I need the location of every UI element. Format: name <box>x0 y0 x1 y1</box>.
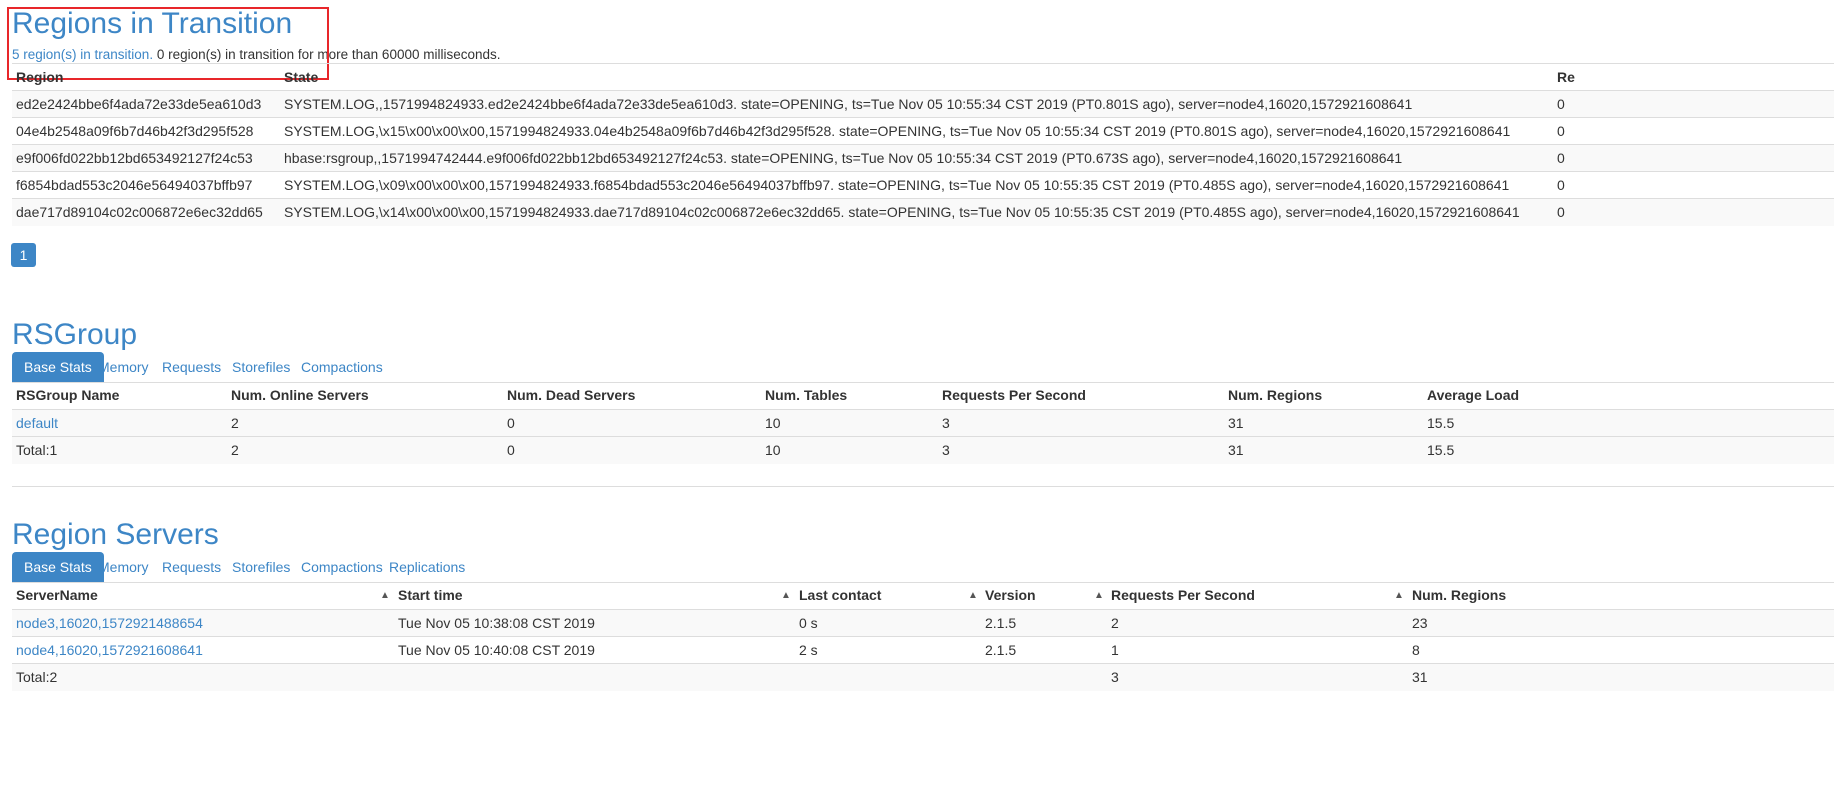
rsgroup-cell: 31 <box>1228 415 1244 431</box>
table-row: default 2 0 10 3 31 15.5 <box>12 409 1834 437</box>
server-link[interactable]: node4,16020,1572921608641 <box>16 637 203 664</box>
server-cell: 2 s <box>799 642 818 658</box>
server-cell: Tue Nov 05 10:38:08 CST 2019 <box>398 615 595 631</box>
sort-icon[interactable]: ▲︎ <box>380 582 390 609</box>
table-row: dae717d89104c02c006872e6ec32dd65 SYSTEM.… <box>12 198 1834 226</box>
rsgroup-cell: 15.5 <box>1427 442 1455 458</box>
tab-memory[interactable]: Memory <box>98 352 149 382</box>
rsgroup-cell: 0 <box>507 442 515 458</box>
servers-header-rps[interactable]: Requests Per Second <box>1111 582 1255 609</box>
servers-header-name[interactable]: ServerName <box>16 582 98 609</box>
rsgroup-cell: 15.5 <box>1427 415 1455 431</box>
rit-state-cell: SYSTEM.LOG,\x09\x00\x00\x00,157199482493… <box>284 177 1510 193</box>
page-1-button[interactable]: 1 <box>11 243 36 267</box>
server-cell: 2 <box>1111 615 1119 631</box>
rsgroup-cell: 3 <box>942 442 950 458</box>
rsgroup-cell: 3 <box>942 415 950 431</box>
sort-icon[interactable]: ▲︎ <box>968 582 978 609</box>
rsgroup-cell: 10 <box>765 415 781 431</box>
rsgroup-header-regions: Num. Regions <box>1228 387 1323 403</box>
rit-table-header: Region State Re <box>12 63 1834 92</box>
rit-region-cell: e9f006fd022bb12bd653492127f24c53 <box>16 150 253 166</box>
tab-memory[interactable]: Memory <box>98 552 149 582</box>
table-row: e9f006fd022bb12bd653492127f24c53 hbase:r… <box>12 144 1834 172</box>
servers-total-label: Total:2 <box>16 669 58 685</box>
servers-header-version[interactable]: Version <box>985 582 1036 609</box>
rsgroup-cell: 2 <box>231 442 239 458</box>
servers-header-regions[interactable]: Num. Regions <box>1412 582 1506 609</box>
rsgroup-cell: 0 <box>507 415 515 431</box>
rit-state-cell: hbase:rsgroup,,1571994742444.e9f006fd022… <box>284 150 1403 166</box>
tab-requests[interactable]: Requests <box>162 552 221 582</box>
rsgroup-header-online: Num. Online Servers <box>231 387 369 403</box>
rsgroup-default-link[interactable]: default <box>16 410 58 437</box>
rit-re-cell: 0 <box>1557 123 1565 139</box>
tab-compactions[interactable]: Compactions <box>301 552 383 582</box>
rsgroup-title: RSGroup <box>12 318 138 351</box>
server-cell: 2.1.5 <box>985 642 1017 658</box>
server-cell: 8 <box>1412 642 1420 658</box>
rit-re-cell: 0 <box>1557 150 1565 166</box>
table-row: 04e4b2548a09f6b7d46b42f3d295f528 SYSTEM.… <box>12 117 1834 145</box>
rsgroup-cell: 10 <box>765 442 781 458</box>
section-divider <box>12 486 1834 487</box>
rsgroup-header-name: RSGroup Name <box>16 387 120 403</box>
rit-state-cell: SYSTEM.LOG,\x15\x00\x00\x00,157199482493… <box>284 123 1511 139</box>
sort-icon[interactable]: ▲︎ <box>781 582 791 609</box>
tab-storefiles[interactable]: Storefiles <box>232 352 290 382</box>
servers-header-start[interactable]: Start time <box>398 582 463 609</box>
region-servers-title: Region Servers <box>12 518 219 551</box>
rit-header-re: Re <box>1557 69 1575 85</box>
rsgroup-tabs: Base Stats Memory Requests Storefiles Co… <box>12 352 1834 383</box>
rsgroup-header-avgload: Average Load <box>1427 387 1520 403</box>
table-row: f6854bdad553c2046e56494037bffb97 SYSTEM.… <box>12 171 1834 199</box>
rsgroup-cell: 31 <box>1228 442 1244 458</box>
table-row: ed2e2424bbe6f4ada72e33de5ea610d3 SYSTEM.… <box>12 90 1834 118</box>
server-cell: 1 <box>1111 642 1119 658</box>
servers-table-header: ServerName ▲︎ Start time ▲︎ Last contact… <box>12 582 1834 610</box>
rsgroup-total-label: Total:1 <box>16 442 58 458</box>
server-link[interactable]: node3,16020,1572921488654 <box>16 610 203 637</box>
rit-header-state: State <box>284 69 319 85</box>
rit-re-cell: 0 <box>1557 177 1565 193</box>
server-cell: 31 <box>1412 669 1428 685</box>
rsgroup-cell: 2 <box>231 415 239 431</box>
rsgroup-header-dead: Num. Dead Servers <box>507 387 636 403</box>
rit-region-cell: 04e4b2548a09f6b7d46b42f3d295f528 <box>16 123 254 139</box>
server-cell: 2.1.5 <box>985 615 1017 631</box>
rit-state-cell: SYSTEM.LOG,\x14\x00\x00\x00,157199482493… <box>284 204 1520 220</box>
tab-base-stats[interactable]: Base Stats <box>12 552 104 582</box>
server-cell: 3 <box>1111 669 1119 685</box>
servers-header-contact[interactable]: Last contact <box>799 582 881 609</box>
rit-state-cell: SYSTEM.LOG,,1571994824933.ed2e2424bbe6f4… <box>284 96 1413 112</box>
sort-icon[interactable]: ▲︎ <box>1094 582 1104 609</box>
server-cell: Tue Nov 05 10:40:08 CST 2019 <box>398 642 595 658</box>
server-cell: 23 <box>1412 615 1428 631</box>
tab-storefiles[interactable]: Storefiles <box>232 552 290 582</box>
tab-replications[interactable]: Replications <box>389 552 465 582</box>
table-row: node3,16020,1572921488654 Tue Nov 05 10:… <box>12 609 1834 637</box>
server-cell: 0 s <box>799 615 818 631</box>
table-row: node4,16020,1572921608641 Tue Nov 05 10:… <box>12 636 1834 664</box>
rit-region-cell: ed2e2424bbe6f4ada72e33de5ea610d3 <box>16 96 262 112</box>
table-row: Total:1 2 0 10 3 31 15.5 <box>12 436 1834 464</box>
rit-region-cell: dae717d89104c02c006872e6ec32dd65 <box>16 204 263 220</box>
rit-region-cell: f6854bdad553c2046e56494037bffb97 <box>16 177 253 193</box>
sort-icon[interactable]: ▲︎ <box>1394 582 1404 609</box>
tab-base-stats[interactable]: Base Stats <box>12 352 104 382</box>
tab-compactions[interactable]: Compactions <box>301 352 383 382</box>
table-row: Total:2 3 31 <box>12 663 1834 691</box>
rsgroup-table-header: RSGroup Name Num. Online Servers Num. De… <box>12 382 1834 410</box>
rit-header-region: Region <box>16 69 64 85</box>
rit-re-cell: 0 <box>1557 204 1565 220</box>
rit-re-cell: 0 <box>1557 96 1565 112</box>
tab-requests[interactable]: Requests <box>162 352 221 382</box>
rsgroup-header-rps: Requests Per Second <box>942 387 1086 403</box>
rsgroup-header-tables: Num. Tables <box>765 387 848 403</box>
servers-tabs: Base Stats Memory Requests Storefiles Co… <box>12 552 1834 583</box>
